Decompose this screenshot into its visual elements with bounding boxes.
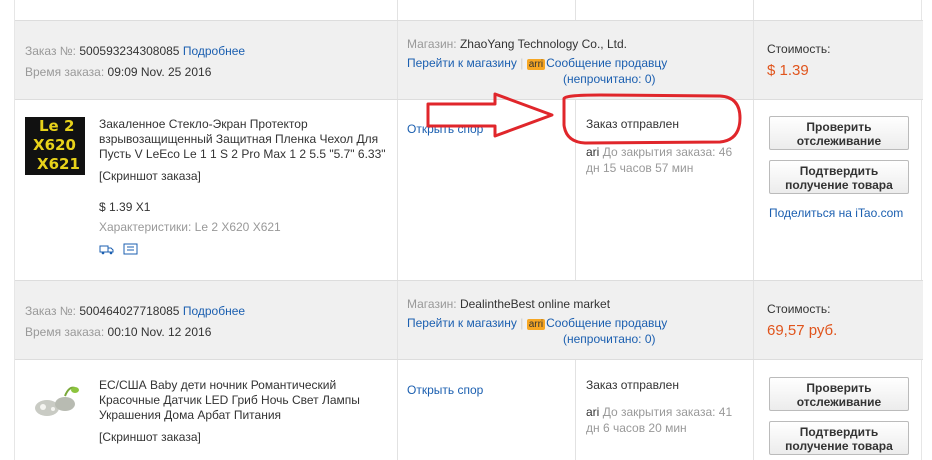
check-tracking-button[interactable]: Проверить отслеживание (769, 116, 909, 150)
go-to-store-link[interactable]: Перейти к магазину (407, 316, 517, 330)
product-thumbnail[interactable] (25, 378, 85, 428)
column-divider (397, 0, 398, 20)
order-header: Заказ №: 500593234308085 Подробнее Время… (15, 20, 923, 100)
chat-icon: arri (526, 59, 546, 70)
cost-value: 69,57 руб. (767, 322, 838, 339)
open-dispute-link[interactable]: Открыть спор (407, 122, 483, 136)
order-time-row: Время заказа: 09:09 Nov. 25 2016 (25, 65, 211, 79)
thumbnail-text: X620 (33, 136, 76, 154)
share-prefix: Поделиться на (769, 206, 856, 220)
go-to-store-link[interactable]: Перейти к магазину (407, 56, 517, 70)
confirm-receipt-button[interactable]: Подтвердить получение товара (769, 421, 909, 455)
order-snapshot-link[interactable]: [Скриншот заказа] (99, 430, 201, 444)
unread-count: (непрочитано: 0) (563, 332, 656, 346)
clock-icon: ari (586, 145, 600, 159)
order-number-row: Заказ №: 500464027718085 Подробнее (25, 304, 245, 318)
countdown: ari До закрытия заказа: 41 дн 6 часов 20… (586, 404, 746, 436)
order-header: Заказ №: 500464027718085 Подробнее Время… (15, 280, 923, 360)
order-snapshot-link[interactable]: [Скриншот заказа] (99, 169, 201, 183)
order-time-label: Время заказа: (25, 325, 105, 339)
shipping-truck-icon[interactable] (99, 243, 115, 255)
order-time: 00:10 Nov. 12 2016 (107, 325, 212, 339)
check-tracking-button[interactable]: Проверить отслеживание (769, 377, 909, 411)
store-row: Магазин: ZhaoYang Technology Co., Ltd. (407, 37, 627, 51)
order-status: Заказ отправлен (586, 378, 679, 392)
order-number-label: Заказ №: (25, 304, 77, 318)
column-divider (753, 0, 754, 20)
cost-value: $ 1.39 (767, 62, 809, 79)
store-name[interactable]: DealintheBest online market (460, 297, 610, 311)
store-label: Магазин: (407, 37, 457, 51)
column-divider (753, 360, 754, 460)
column-divider (575, 0, 576, 20)
message-seller-link[interactable]: Сообщение продавцу (546, 56, 667, 70)
cost-label: Стоимость: (767, 42, 831, 56)
message-seller-link[interactable]: Сообщение продавцу (546, 316, 667, 330)
column-divider (575, 100, 576, 280)
orders-list: Заказ №: 500593234308085 Подробнее Время… (14, 0, 923, 460)
thumbnail-text: Le 2 (39, 117, 75, 135)
column-divider (753, 100, 754, 280)
store-row: Магазин: DealintheBest online market (407, 297, 610, 311)
store-label: Магазин: (407, 297, 457, 311)
store-name[interactable]: ZhaoYang Technology Co., Ltd. (460, 37, 627, 51)
store-actions: Перейти к магазину | arri Сообщение прода… (407, 316, 668, 330)
countdown-text: До закрытия заказа: 41 дн 6 часов 20 мин (586, 405, 733, 435)
column-divider (753, 281, 754, 359)
item-price: $ 1.39 X1 (99, 200, 151, 214)
column-divider (575, 360, 576, 460)
order-number-row: Заказ №: 500593234308085 Подробнее (25, 44, 245, 58)
countdown: ari До закрытия заказа: 46 дн 15 часов 5… (586, 144, 746, 176)
order-time-label: Время заказа: (25, 65, 105, 79)
thumbnail-text: X621 (37, 155, 80, 173)
countdown-text: До закрытия заказа: 46 дн 15 часов 57 ми… (586, 145, 733, 175)
details-link[interactable]: Подробнее (183, 304, 245, 318)
share-link[interactable]: Поделиться на iTao.com (769, 206, 903, 220)
order-status: Заказ отправлен (586, 117, 679, 131)
clock-icon: ari (586, 405, 600, 419)
confirm-receipt-button[interactable]: Подтвердить получение товара (769, 160, 909, 194)
product-title-link[interactable]: Закаленное Стекло-Экран Протектор взрыво… (99, 117, 399, 162)
cost-label: Стоимость: (767, 302, 831, 316)
mushroom-lamp-image (35, 386, 79, 416)
chat-icon: arri (526, 319, 546, 330)
itao-link[interactable]: iTao.com (855, 206, 903, 220)
unread-count: (непрочитано: 0) (563, 72, 656, 86)
open-dispute-link[interactable]: Открыть спор (407, 383, 483, 397)
product-title-link[interactable]: ЕС/США Baby дети ночник Романтический Кр… (99, 378, 399, 423)
item-icons (99, 243, 139, 258)
details-link[interactable]: Подробнее (183, 44, 245, 58)
order-number: 500464027718085 (79, 304, 180, 318)
product-thumbnail[interactable]: Le 2 X620 X621 (25, 117, 85, 175)
order-number-label: Заказ №: (25, 44, 77, 58)
column-divider (397, 281, 398, 359)
order-time: 09:09 Nov. 25 2016 (107, 65, 212, 79)
order-time-row: Время заказа: 00:10 Nov. 12 2016 (25, 325, 211, 339)
column-divider (397, 21, 398, 99)
item-characteristics: Характеристики: Le 2 X620 X621 (99, 220, 281, 234)
order-number: 500593234308085 (79, 44, 180, 58)
column-divider (753, 21, 754, 99)
store-actions: Перейти к магазину | arri Сообщение прода… (407, 56, 668, 70)
invoice-icon[interactable] (123, 243, 139, 255)
